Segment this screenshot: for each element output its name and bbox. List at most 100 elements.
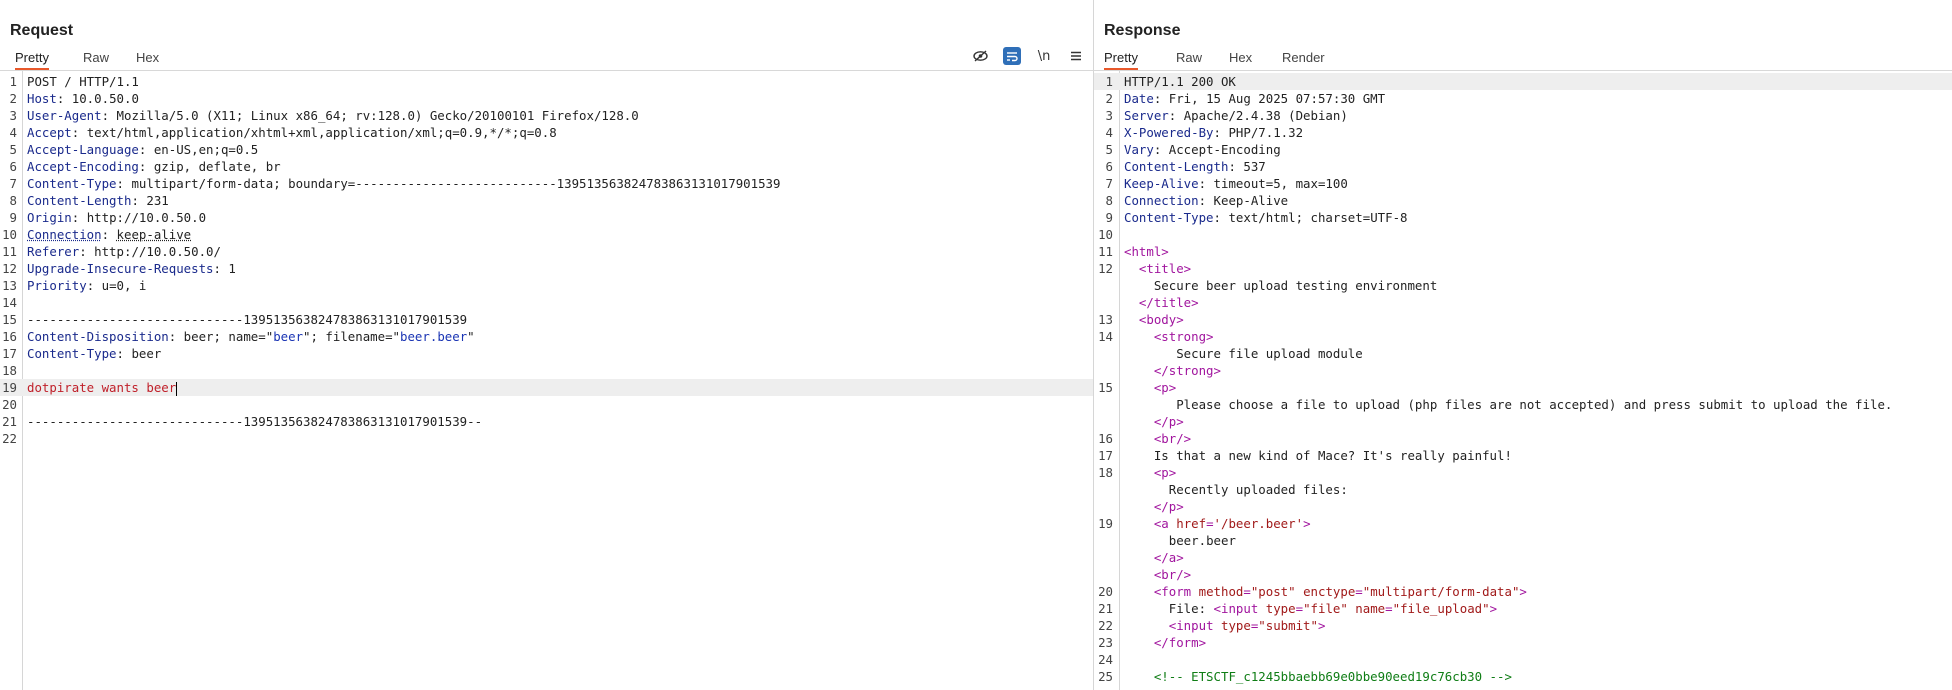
header-sep: :	[117, 176, 132, 191]
response-tab-pretty[interactable]: Pretty	[1104, 48, 1138, 70]
header-name: Priority	[27, 278, 87, 293]
response-line: 19 <a href='/beer.beer'>	[1094, 515, 1952, 532]
header-value: 537	[1243, 159, 1265, 174]
html-val: "multipart/form-data"	[1363, 584, 1520, 599]
response-line: 6 Content-Length: 537	[1094, 158, 1952, 175]
html-indent	[1124, 278, 1154, 293]
html-indent	[1124, 499, 1154, 514]
response-line: 25 <!-- ETSCTF_c1245bbaebb69e0bbe90eed19…	[1094, 668, 1952, 685]
html-attr: method	[1199, 584, 1244, 599]
request-line: 19 dotpirate wants beer	[0, 379, 1093, 396]
line-content: Connection: keep-alive	[27, 226, 191, 243]
line-number: 2	[1094, 90, 1113, 107]
line-content: <strong>	[1124, 328, 1214, 345]
html-tag: =	[1243, 584, 1250, 599]
line-content: Content-Type: multipart/form-data; bound…	[27, 175, 780, 192]
html-indent	[1124, 346, 1176, 361]
header-value: 1	[228, 261, 235, 276]
line-content: Server: Apache/2.4.38 (Debian)	[1124, 107, 1348, 124]
header-value: "; filename="	[303, 329, 400, 344]
line-content: Content-Type: beer	[27, 345, 161, 362]
line-content: POST / HTTP/1.1	[27, 73, 139, 90]
line-number: 12	[0, 260, 17, 277]
html-indent	[1124, 380, 1154, 395]
line-content: <a href='/beer.beer'>	[1124, 515, 1311, 532]
line-number: 7	[1094, 175, 1113, 192]
line-number: 2	[0, 90, 17, 107]
html-txt: beer.beer	[1169, 533, 1236, 548]
line-content: beer.beer	[1124, 532, 1236, 549]
html-tag: >	[1303, 516, 1310, 531]
html-indent	[1124, 482, 1169, 497]
html-indent	[1124, 448, 1154, 463]
response-line: </title>	[1094, 294, 1952, 311]
html-tag: </title>	[1139, 295, 1199, 310]
line-text: HTTP/1.1 200 OK	[1124, 74, 1236, 89]
header-name: Host	[27, 91, 57, 106]
header-name: Content-Length	[27, 193, 131, 208]
html-tag: >	[1318, 618, 1325, 633]
eye-off-icon[interactable]	[971, 47, 989, 65]
request-editor[interactable]: 1 POST / HTTP/1.1 2 Host: 10.0.50.0 3 User-Ag…	[0, 71, 1093, 690]
request-tab-raw[interactable]: Raw	[83, 48, 109, 68]
header-name: Upgrade-Insecure-Requests	[27, 261, 214, 276]
response-tab-hex[interactable]: Hex	[1229, 48, 1252, 68]
line-content: <form method="post" enctype="multipart/f…	[1124, 583, 1527, 600]
line-content: Is that a new kind of Mace? It's really …	[1124, 447, 1512, 464]
html-tag: =	[1296, 601, 1303, 616]
html-indent	[1124, 567, 1154, 582]
line-number: 23	[1094, 634, 1113, 651]
line-number: 18	[1094, 464, 1113, 481]
request-tab-hex[interactable]: Hex	[136, 48, 159, 68]
response-tab-render[interactable]: Render	[1282, 48, 1325, 68]
line-content: Priority: u=0, i	[27, 277, 146, 294]
line-content: -----------------------------13951356382…	[27, 311, 467, 328]
response-line: 23 </form>	[1094, 634, 1952, 651]
line-number: 8	[1094, 192, 1113, 209]
request-tab-pretty[interactable]: Pretty	[15, 48, 49, 70]
line-number: 20	[1094, 583, 1113, 600]
wrap-icon[interactable]	[1003, 47, 1021, 65]
line-content: Content-Type: text/html; charset=UTF-8	[1124, 209, 1408, 226]
html-indent	[1124, 584, 1154, 599]
line-number: 21	[0, 413, 17, 430]
line-number: 11	[1094, 243, 1113, 260]
request-line: 20	[0, 396, 1093, 413]
line-content: Content-Disposition: beer; name="beer"; …	[27, 328, 475, 345]
header-sep: :	[1169, 108, 1184, 123]
header-name: Accept-Language	[27, 142, 139, 157]
line-content: <html>	[1124, 243, 1169, 260]
line-content: <p>	[1124, 379, 1176, 396]
newline-toggle[interactable]: \n	[1035, 47, 1053, 65]
line-number: 12	[1094, 260, 1113, 277]
line-content: <body>	[1124, 311, 1184, 328]
response-tab-raw[interactable]: Raw	[1176, 48, 1202, 68]
line-number: 19	[1094, 515, 1113, 532]
line-content: Secure file upload module	[1124, 345, 1363, 362]
header-value: text/html,application/xhtml+xml,applicat…	[87, 125, 557, 140]
header-name: X-Powered-By	[1124, 125, 1214, 140]
header-sep: :	[72, 210, 87, 225]
header-sep: :	[1154, 142, 1169, 157]
line-content: <title>	[1124, 260, 1191, 277]
line-number: 10	[1094, 226, 1113, 243]
html-tag: <p>	[1154, 465, 1176, 480]
response-line: 20 <form method="post" enctype="multipar…	[1094, 583, 1952, 600]
line-number: 14	[1094, 328, 1113, 345]
html-indent	[1124, 465, 1154, 480]
response-editor[interactable]: 1 HTTP/1.1 200 OK 2 Date: Fri, 15 Aug 2025 …	[1094, 71, 1952, 690]
line-number: 15	[0, 311, 17, 328]
response-line: 24	[1094, 651, 1952, 668]
line-number: 5	[0, 141, 17, 158]
line-content: </p>	[1124, 498, 1184, 515]
line-number: 22	[0, 430, 17, 447]
line-number: 22	[1094, 617, 1113, 634]
html-tag: =	[1206, 516, 1213, 531]
line-number: 25	[1094, 668, 1113, 685]
header-sep: :	[1199, 193, 1214, 208]
header-sep: :	[72, 125, 87, 140]
menu-icon[interactable]	[1067, 47, 1085, 65]
request-title: Request	[10, 22, 73, 40]
line-number: 13	[1094, 311, 1113, 328]
html-val: '/beer.beer'	[1214, 516, 1304, 531]
